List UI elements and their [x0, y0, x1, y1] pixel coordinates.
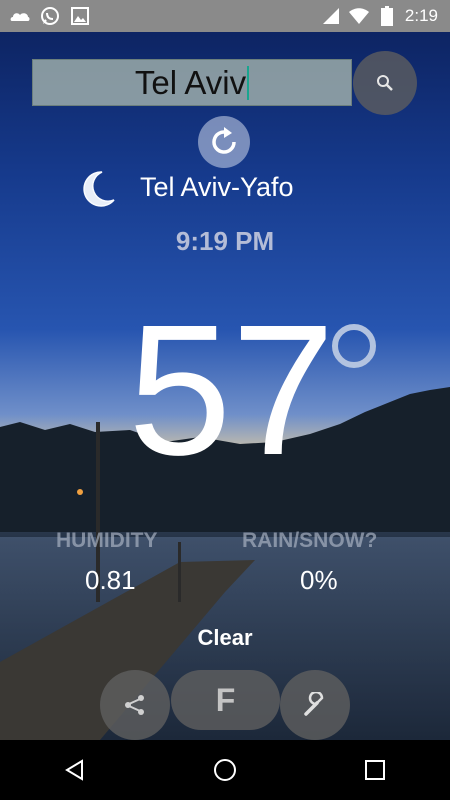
- text-caret: [247, 65, 250, 100]
- cloud-icon: [10, 6, 30, 26]
- navigation-bar: [0, 740, 450, 800]
- moon-icon: [80, 170, 116, 208]
- back-icon: [65, 759, 83, 781]
- image-icon: [70, 6, 90, 26]
- city-name: Tel Aviv-Yafo: [140, 172, 294, 202]
- share-icon: [125, 695, 144, 715]
- wrench-icon: [304, 692, 324, 716]
- search-button[interactable]: [353, 51, 417, 115]
- search-text: Tel Aviv: [134, 63, 247, 101]
- status-time: 2:19: [404, 6, 438, 25]
- city-search-input[interactable]: Tel Aviv: [32, 59, 352, 106]
- local-time: 9:19 PM: [175, 226, 275, 256]
- humidity-label: HUMIDITY: [56, 529, 158, 552]
- rain-snow-label: RAIN/SNOW?: [242, 529, 378, 552]
- share-button[interactable]: [100, 670, 170, 740]
- back-button[interactable]: [55, 750, 95, 790]
- recents-button[interactable]: [355, 750, 395, 790]
- weather-condition: Clear: [197, 625, 253, 650]
- battery-icon: [377, 6, 397, 26]
- home-icon: [214, 759, 236, 781]
- degree-symbol: [332, 324, 376, 368]
- signal-icon: [321, 6, 341, 26]
- home-button[interactable]: [205, 750, 245, 790]
- unit-label: F: [215, 681, 236, 718]
- settings-button[interactable]: [280, 670, 350, 740]
- recents-icon: [365, 760, 385, 780]
- humidity-value: 0.81: [85, 565, 136, 595]
- unit-toggle-button[interactable]: F: [171, 670, 280, 730]
- rain-snow-value: 0%: [300, 565, 338, 595]
- search-icon: [377, 75, 393, 91]
- whatsapp-icon: [40, 6, 60, 26]
- notification-icons: [0, 6, 90, 26]
- wifi-icon: [348, 6, 369, 26]
- refresh-icon: [212, 127, 236, 154]
- temperature-value: 57: [128, 287, 335, 494]
- refresh-button[interactable]: [198, 116, 250, 168]
- system-icons: 2:19: [321, 6, 450, 26]
- status-bar: 2:19: [0, 0, 450, 32]
